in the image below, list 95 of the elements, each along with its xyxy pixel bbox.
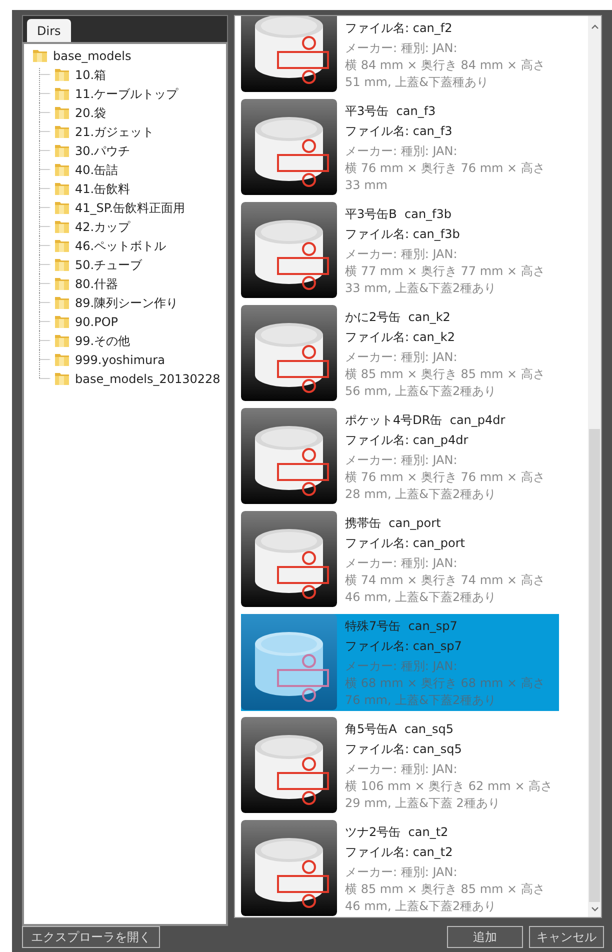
tree-item[interactable]: 999.yoshimura (75, 350, 165, 368)
item-title: かに2号缶 can_k2 (345, 309, 452, 326)
folder-icon (54, 105, 70, 120)
tree-line (39, 84, 51, 103)
item-title: ツナ2号缶 can_t2 (345, 824, 450, 841)
item-maker: メーカー: 種別: JAN: (345, 40, 458, 57)
add-button[interactable]: 追加 (447, 926, 523, 948)
tree-item[interactable]: 80.什器 (75, 274, 118, 292)
tree-item[interactable]: 99.その他 (75, 332, 130, 350)
item-dimensions: 横 77 mm × 奥行き 77 mm × 高さ 33 mm, 上蓋&下蓋2種あり (345, 263, 546, 297)
folder-icon (54, 200, 70, 215)
folder-icon (54, 295, 70, 310)
item-maker: メーカー: 種別: JAN: (345, 658, 458, 675)
item-filename: ファイル名: can_port (345, 535, 466, 552)
tree-item[interactable]: base_models (53, 46, 132, 64)
scrollbar[interactable] (588, 16, 601, 917)
item-dimensions: 横 68 mm × 奥行き 68 mm × 高さ 76 mm, 上蓋&下蓋2種あり (345, 675, 546, 709)
tree-line (39, 122, 51, 141)
tree-item[interactable]: 21.ガジェット (75, 122, 154, 140)
item-filename: ファイル名: can_sq5 (345, 741, 463, 758)
item-maker: メーカー: 種別: JAN: (345, 555, 458, 572)
tree-item[interactable]: base_models_20130228 (75, 370, 220, 388)
folder-icon (54, 219, 70, 234)
tree-line (39, 255, 51, 274)
item-filename: ファイル名: can_k2 (345, 329, 456, 346)
item-dimensions: 横 106 mm × 奥行き 62 mm × 高さ 29 mm, 上蓋&下蓋 2種あり (345, 778, 554, 812)
tree-item[interactable]: 41.缶飲料 (75, 180, 130, 198)
tree-line (39, 103, 51, 122)
item-filename: ファイル名: can_p4dr (345, 432, 470, 449)
folder-icon (54, 333, 70, 348)
tree-line (39, 274, 51, 293)
tree-item[interactable]: 89.陳列シーン作り (75, 294, 178, 312)
folder-icon (54, 67, 70, 82)
tree-line (39, 293, 51, 312)
folder-icon (54, 181, 70, 196)
item-dimensions: 横 76 mm × 奥行き 76 mm × 高さ 28 mm, 上蓋&下蓋2種あり (345, 469, 546, 503)
item-title: 携帯缶 can_port (345, 515, 442, 532)
item-filename: ファイル名: can_sp7 (345, 638, 463, 655)
item-maker: メーカー: 種別: JAN: (345, 349, 458, 366)
tree-line (39, 141, 51, 160)
tree-item[interactable]: 90.POP (75, 312, 118, 330)
tree-item[interactable]: 41_SP.缶飲料正面用 (75, 198, 186, 216)
tab[interactable]: Dirs (27, 19, 71, 42)
tree-line (39, 331, 51, 350)
tree-line (39, 160, 51, 179)
tree-item[interactable]: 10.箱 (75, 66, 106, 84)
tree-line (39, 236, 51, 255)
tree-item[interactable]: 42.カップ (75, 218, 130, 236)
item-maker: メーカー: 種別: JAN: (345, 452, 458, 469)
folder-icon (54, 352, 70, 367)
item-filename: ファイル名: can_f3 (345, 123, 454, 140)
item-maker: メーカー: 種別: JAN: (345, 246, 458, 263)
tree-line (39, 312, 51, 331)
folder-icon (54, 238, 70, 253)
tree-item[interactable]: 46.ペットボトル (75, 236, 166, 254)
item-filename: ファイル名: can_f2 (345, 20, 454, 37)
item-maker: メーカー: 種別: JAN: (345, 864, 458, 881)
list-item[interactable]: 特殊7号缶 can_sp7 ファイル名: can_sp7 メーカー: 種別: JAN: 横 68 mm × 奥行き 68 mm × 高さ 76 mm, 上蓋&下蓋2種あり (241, 614, 559, 711)
explorer-button[interactable]: エクスプローラを開く (22, 926, 160, 948)
item-maker: メーカー: 種別: JAN: (345, 143, 458, 160)
item-filename: ファイル名: can_f3b (345, 226, 461, 243)
folder-icon (54, 371, 70, 386)
cancel-button[interactable]: キャンセル (529, 926, 604, 948)
tree-line (39, 179, 51, 198)
tree-item[interactable]: 20.袋 (75, 104, 106, 122)
item-maker: メーカー: 種別: JAN: (345, 761, 458, 778)
item-filename: ファイル名: can_t2 (345, 844, 454, 861)
item-title: 平3号缶 can_f3 (345, 103, 437, 120)
item-title: 特殊7号缶 can_sp7 (345, 618, 458, 635)
folder-icon (54, 143, 70, 158)
item-title: 平3号缶B can_f3b (345, 206, 453, 223)
folder-icon (32, 48, 48, 63)
folder-icon (54, 162, 70, 177)
tree-line (39, 65, 51, 84)
folder-icon (54, 86, 70, 101)
scroll-up-icon[interactable] (590, 24, 598, 29)
tree-line (39, 198, 51, 217)
folder-icon (54, 276, 70, 291)
item-title: ポケット4号DR缶 can_p4dr (345, 412, 506, 429)
item-dimensions: 横 76 mm × 奥行き 76 mm × 高さ 33 mm (345, 160, 546, 194)
item-dimensions: 横 84 mm × 奥行き 84 mm × 高さ 51 mm, 上蓋&下蓋種あり (345, 57, 546, 91)
item-dimensions: 横 85 mm × 奥行き 85 mm × 高さ 56 mm, 上蓋&下蓋2種あり (345, 366, 546, 400)
scroll-down-icon[interactable] (590, 907, 598, 912)
folder-icon (54, 257, 70, 272)
scroll-thumb[interactable] (589, 429, 600, 902)
tree-item[interactable]: 30.パウチ (75, 142, 130, 160)
tree-item[interactable]: 11.ケーブルトップ (75, 84, 178, 102)
tree-item[interactable]: 40.缶詰 (75, 160, 118, 178)
folder-icon (54, 124, 70, 139)
item-dimensions: 横 74 mm × 奥行き 74 mm × 高さ 46 mm, 上蓋&下蓋2種あり (345, 572, 546, 606)
item-title: 角5号缶A can_sq5 (345, 721, 455, 738)
tree-item[interactable]: 50.チューブ (75, 256, 142, 274)
item-dimensions: 横 85 mm × 奥行き 85 mm × 高さ 46 mm, 上蓋&下蓋2種あり (345, 881, 546, 915)
tree-line (39, 217, 51, 236)
folder-icon (54, 314, 70, 329)
